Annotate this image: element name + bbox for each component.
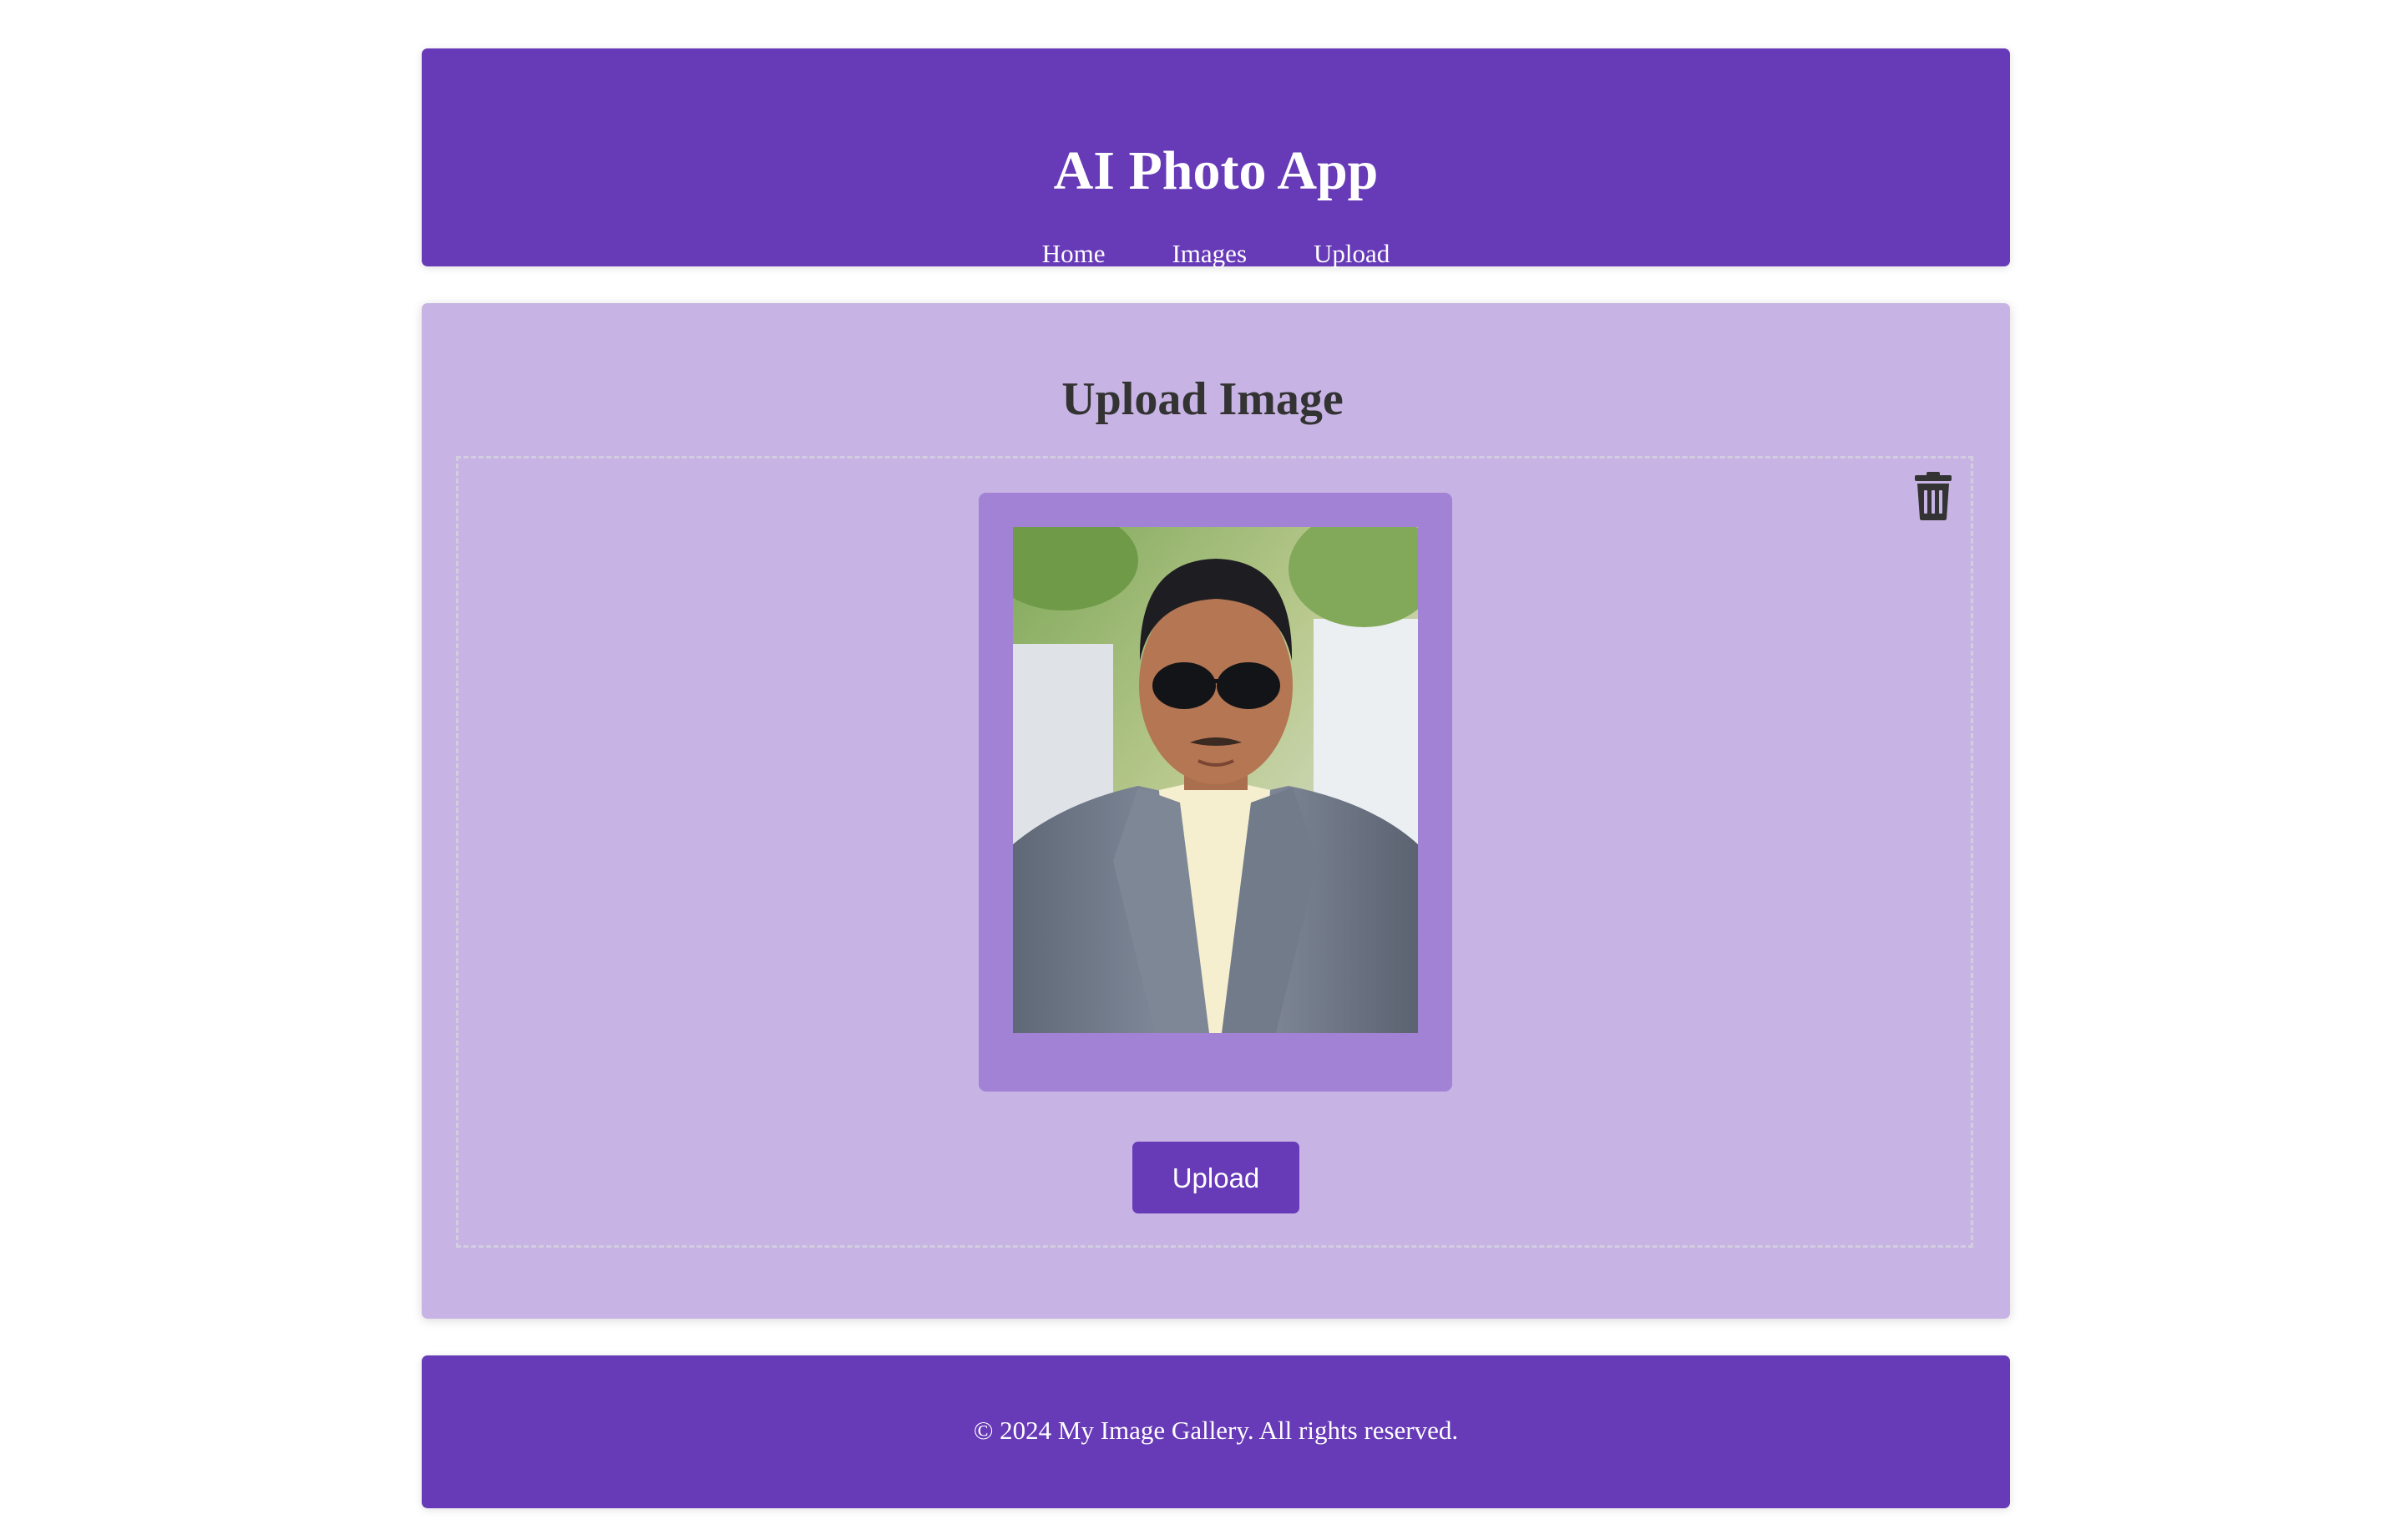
main-nav: Home Images Upload bbox=[422, 237, 2010, 271]
uploaded-photo bbox=[1013, 527, 1418, 1033]
page-footer: © 2024 My Image Gallery. All rights rese… bbox=[422, 1355, 2010, 1508]
nav-link-home[interactable]: Home bbox=[1042, 237, 1106, 271]
nav-link-upload[interactable]: Upload bbox=[1314, 237, 1390, 271]
app-title: AI Photo App bbox=[1053, 140, 1379, 201]
app-header: AI Photo App Home Images Upload bbox=[422, 48, 2010, 268]
upload-button[interactable]: Upload bbox=[1132, 1142, 1299, 1213]
page-title: Upload Image bbox=[1061, 373, 1344, 425]
footer-copyright: © 2024 My Image Gallery. All rights rese… bbox=[973, 1416, 1459, 1445]
nav-link-images[interactable]: Images bbox=[1172, 237, 1247, 271]
trash-icon[interactable] bbox=[1912, 472, 1954, 520]
